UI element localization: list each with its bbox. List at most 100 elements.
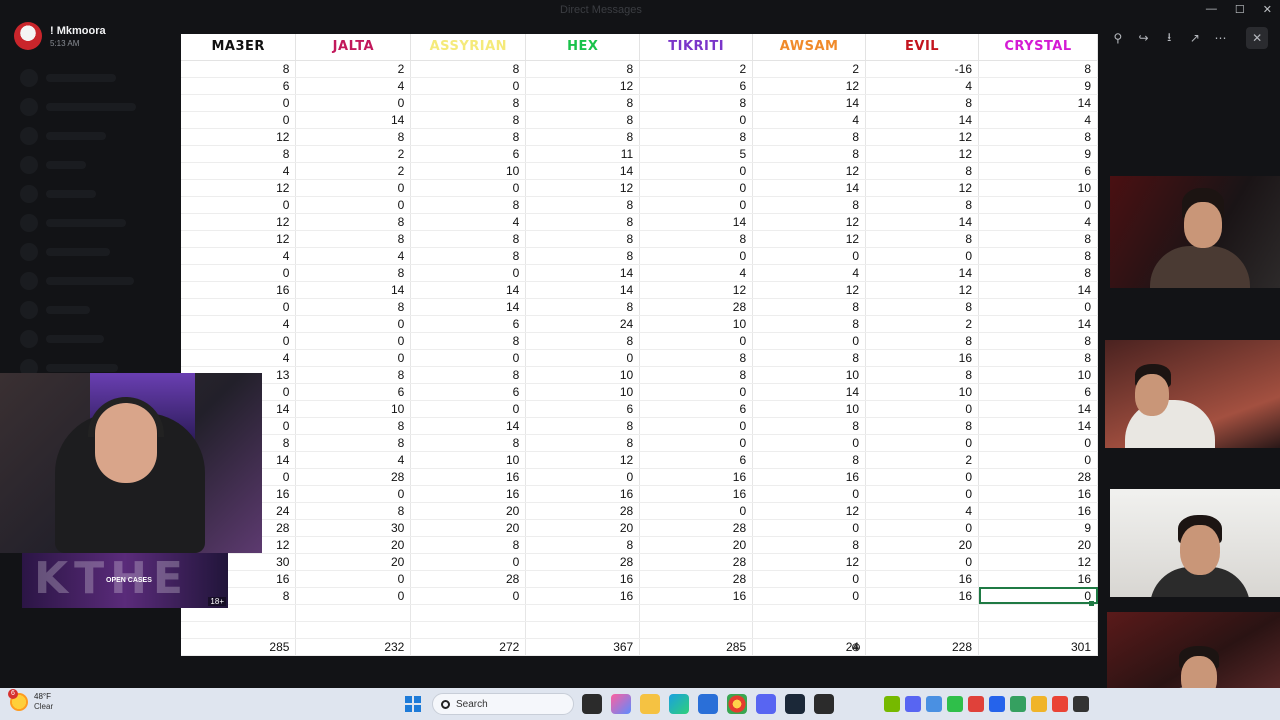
- table-cell[interactable]: 0: [181, 332, 297, 350]
- total-cell[interactable]: 24: [752, 638, 867, 656]
- table-cell[interactable]: 0: [639, 111, 754, 129]
- table-cell[interactable]: 28: [639, 553, 754, 571]
- empty-cell[interactable]: [410, 621, 527, 639]
- table-cell[interactable]: 8: [752, 417, 867, 435]
- table-cell[interactable]: 0: [181, 94, 297, 112]
- table-cell[interactable]: 10: [639, 315, 754, 333]
- table-cell[interactable]: 4: [181, 315, 297, 333]
- table-cell[interactable]: 0: [295, 349, 412, 367]
- table-cell[interactable]: 8: [865, 332, 979, 350]
- table-cell[interactable]: 9: [978, 145, 1098, 163]
- close-window-icon[interactable]: ✕: [1263, 3, 1272, 16]
- steam-icon[interactable]: [785, 694, 805, 714]
- table-cell[interactable]: 12: [978, 553, 1098, 571]
- empty-cell[interactable]: [410, 604, 527, 622]
- table-cell[interactable]: 12: [525, 77, 641, 95]
- table-cell[interactable]: 6: [181, 77, 297, 95]
- table-cell[interactable]: 6: [978, 383, 1098, 401]
- table-cell[interactable]: 8: [525, 230, 641, 248]
- task-view-icon[interactable]: [582, 694, 602, 714]
- table-cell[interactable]: 2: [295, 60, 412, 78]
- table-cell[interactable]: 10: [865, 383, 979, 401]
- table-cell[interactable]: 0: [295, 196, 412, 214]
- table-cell[interactable]: 8: [410, 111, 527, 129]
- table-cell[interactable]: 4: [295, 77, 412, 95]
- tray-app-icon[interactable]: [968, 696, 984, 712]
- table-cell[interactable]: 28: [978, 468, 1098, 486]
- empty-cell[interactable]: [865, 604, 979, 622]
- table-cell[interactable]: 8: [410, 128, 527, 146]
- table-cell[interactable]: 8: [865, 230, 979, 248]
- close-icon[interactable]: ✕: [1246, 27, 1268, 49]
- table-cell[interactable]: 8: [295, 230, 412, 248]
- table-cell[interactable]: 12: [752, 502, 867, 520]
- table-cell[interactable]: 8: [181, 60, 297, 78]
- table-cell[interactable]: 4: [181, 162, 297, 180]
- table-cell[interactable]: 8: [525, 332, 641, 350]
- table-cell[interactable]: 28: [295, 468, 412, 486]
- table-cell[interactable]: 14: [752, 179, 867, 197]
- table-cell[interactable]: 0: [639, 332, 754, 350]
- table-cell[interactable]: 0: [865, 553, 979, 571]
- table-cell[interactable]: 14: [865, 264, 979, 282]
- table-cell[interactable]: 8: [978, 230, 1098, 248]
- table-cell[interactable]: 16: [525, 587, 641, 605]
- table-cell[interactable]: 0: [410, 349, 527, 367]
- table-cell[interactable]: 0: [410, 77, 527, 95]
- table-cell[interactable]: 0: [410, 264, 527, 282]
- column-header[interactable]: CRYSTAL: [978, 34, 1098, 61]
- table-cell[interactable]: 4: [295, 451, 412, 469]
- table-cell[interactable]: 8: [639, 230, 754, 248]
- download-icon[interactable]: ⭳: [1159, 28, 1179, 48]
- table-cell[interactable]: 0: [410, 400, 527, 418]
- table-cell[interactable]: 12: [181, 230, 297, 248]
- table-cell[interactable]: 0: [865, 400, 979, 418]
- store-icon[interactable]: [698, 694, 718, 714]
- table-cell[interactable]: 12: [865, 128, 979, 146]
- column-header[interactable]: AWSAM: [752, 34, 867, 61]
- table-cell[interactable]: 16: [978, 570, 1098, 588]
- table-cell[interactable]: 8: [865, 162, 979, 180]
- table-cell[interactable]: 6: [525, 400, 641, 418]
- table-cell[interactable]: 20: [865, 536, 979, 554]
- tray-app-icon[interactable]: [1031, 696, 1047, 712]
- table-cell[interactable]: 0: [525, 349, 641, 367]
- table-cell[interactable]: 16: [525, 485, 641, 503]
- table-cell[interactable]: 8: [865, 366, 979, 384]
- table-cell[interactable]: 16: [978, 502, 1098, 520]
- table-cell[interactable]: 8: [525, 434, 641, 452]
- empty-cell[interactable]: [639, 621, 754, 639]
- empty-cell[interactable]: [978, 604, 1098, 622]
- total-cell[interactable]: 301: [978, 638, 1098, 656]
- table-cell[interactable]: 8: [525, 128, 641, 146]
- table-cell[interactable]: 8: [639, 366, 754, 384]
- discord-icon[interactable]: [756, 694, 776, 714]
- nvidia-icon[interactable]: [884, 696, 900, 712]
- table-cell[interactable]: 0: [865, 434, 979, 452]
- table-cell[interactable]: 10: [525, 383, 641, 401]
- table-cell[interactable]: 24: [525, 315, 641, 333]
- table-cell[interactable]: 0: [639, 196, 754, 214]
- total-cell[interactable]: 367: [525, 638, 641, 656]
- table-cell[interactable]: 12: [639, 281, 754, 299]
- table-cell[interactable]: 14: [978, 400, 1098, 418]
- table-cell[interactable]: 16: [181, 281, 297, 299]
- table-cell[interactable]: 10: [410, 162, 527, 180]
- table-cell[interactable]: 4: [865, 502, 979, 520]
- table-cell[interactable]: 0: [639, 179, 754, 197]
- table-cell[interactable]: 8: [978, 349, 1098, 367]
- table-cell[interactable]: 0: [181, 196, 297, 214]
- table-cell[interactable]: 5: [639, 145, 754, 163]
- table-cell[interactable]: 4: [752, 111, 867, 129]
- table-cell[interactable]: 28: [525, 502, 641, 520]
- table-cell[interactable]: 8: [752, 298, 867, 316]
- table-cell[interactable]: 0: [639, 502, 754, 520]
- maximize-icon[interactable]: ☐: [1235, 3, 1245, 16]
- table-cell[interactable]: 28: [410, 570, 527, 588]
- table-cell[interactable]: 20: [978, 536, 1098, 554]
- table-cell[interactable]: 0: [525, 468, 641, 486]
- table-cell[interactable]: 8: [752, 536, 867, 554]
- table-cell[interactable]: 8: [295, 213, 412, 231]
- more-icon[interactable]: ⋯: [1211, 28, 1231, 48]
- table-cell[interactable]: 0: [752, 332, 867, 350]
